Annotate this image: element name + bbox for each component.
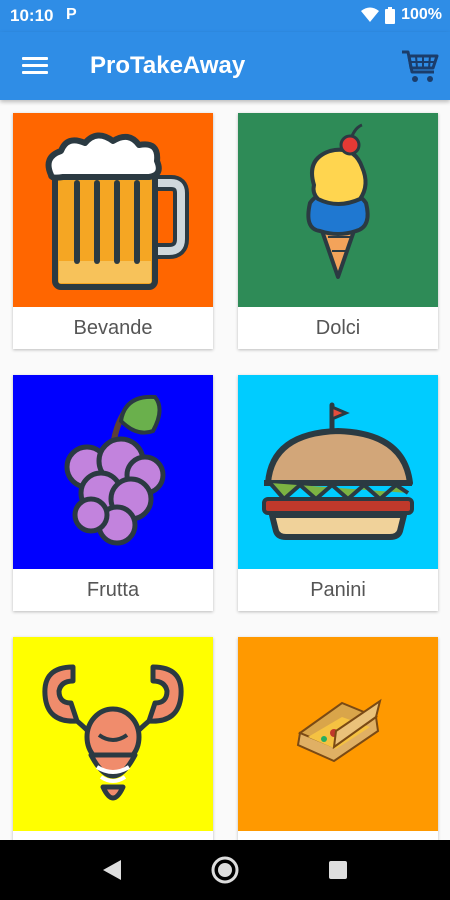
grapes-icon: [64, 394, 166, 546]
category-label: Dolci: [315, 317, 361, 339]
category-image: [13, 375, 213, 569]
beer-mug-icon: [45, 132, 189, 290]
category-label: Panini: [310, 579, 366, 601]
category-image: [13, 113, 213, 307]
category-label: Bevande: [73, 317, 153, 339]
category-grid: Bevande Dolci Frutta Panini: [0, 100, 450, 840]
status-bar: 10:10 P 100%: [0, 0, 450, 32]
system-nav-bar: [0, 840, 450, 900]
lobster-icon: [42, 664, 184, 801]
category-card-pizza[interactable]: [238, 637, 438, 840]
cart-icon[interactable]: [400, 46, 440, 86]
battery-icon: [385, 6, 396, 24]
pizza-box-icon: [296, 698, 382, 763]
category-image: [238, 375, 438, 569]
category-image: [238, 113, 438, 307]
app-bar: ProTakeAway: [0, 32, 450, 100]
recents-icon[interactable]: [322, 854, 354, 886]
wifi-icon: [361, 7, 380, 22]
home-icon[interactable]: [209, 854, 241, 886]
back-icon[interactable]: [97, 854, 129, 886]
category-label: [238, 831, 438, 840]
category-label: [13, 831, 213, 840]
battery-percent: 100%: [401, 6, 442, 23]
category-card-bevande[interactable]: Bevande: [13, 113, 213, 349]
burger-icon: [262, 402, 414, 540]
category-label: Frutta: [86, 579, 140, 601]
category-card-crostacei[interactable]: [13, 637, 213, 840]
status-time: 10:10: [10, 6, 54, 25]
category-card-dolci[interactable]: Dolci: [238, 113, 438, 349]
category-image: [13, 637, 213, 831]
menu-icon[interactable]: [22, 52, 48, 80]
ice-cream-cone-icon: [306, 123, 370, 279]
app-title: ProTakeAway: [90, 52, 246, 79]
category-image: [238, 637, 438, 831]
category-card-frutta[interactable]: Frutta: [13, 375, 213, 611]
status-right: 100%: [361, 6, 442, 24]
category-card-panini[interactable]: Panini: [238, 375, 438, 611]
carrier-badge: P: [66, 6, 77, 23]
